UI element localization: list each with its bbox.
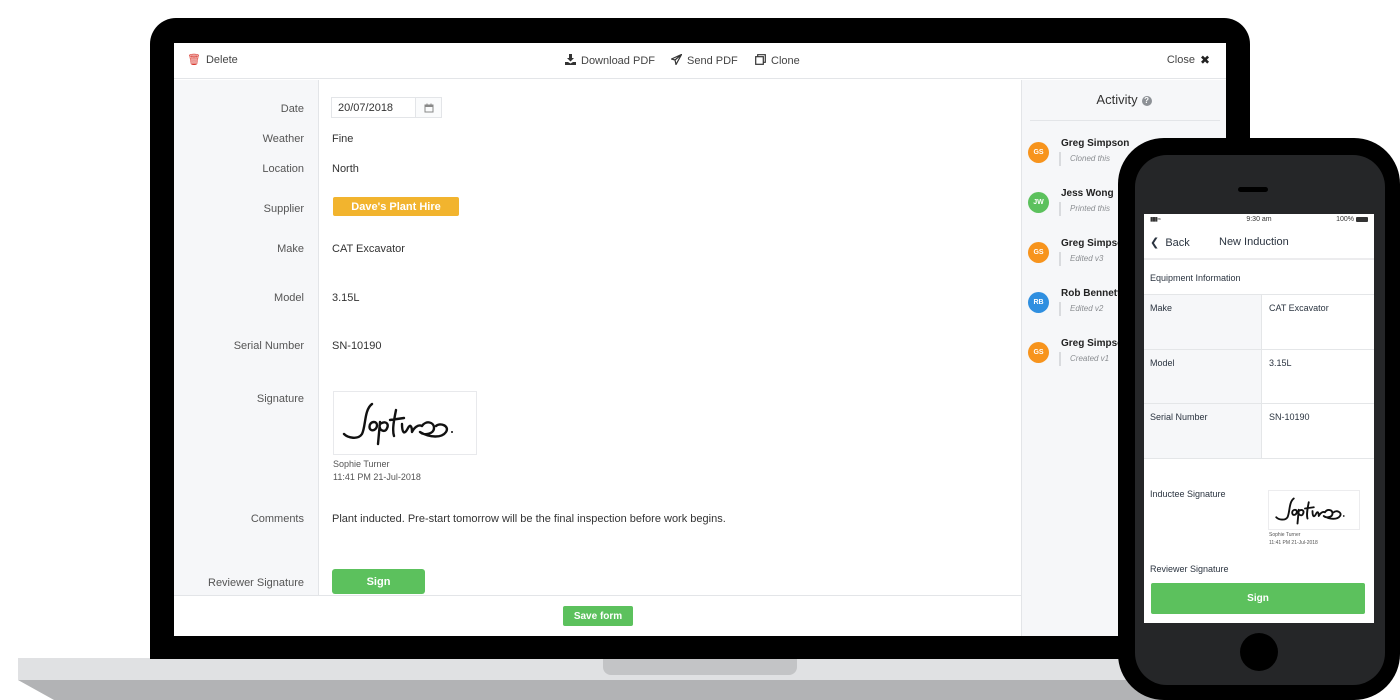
activity-header: Activity? — [1022, 92, 1226, 107]
inductee-signature-label: Inductee Signature — [1150, 489, 1226, 499]
row-label: Make — [1150, 303, 1173, 313]
laptop-base-edge — [18, 680, 1258, 700]
activity-note: Created v1 — [1059, 352, 1109, 366]
reviewer-signature-label: Reviewer Signature — [1150, 564, 1229, 574]
signature-label: Signature — [256, 393, 304, 405]
download-icon — [565, 54, 576, 68]
phone-sign-button[interactable]: Sign — [1151, 583, 1365, 614]
activity-divider — [1030, 120, 1220, 121]
make-value: CAT Excavator — [332, 243, 405, 255]
table-row: Make CAT Excavator — [1144, 295, 1374, 350]
avatar: GS — [1028, 342, 1049, 363]
avatar: GS — [1028, 142, 1049, 163]
weather-value: Fine — [332, 133, 354, 145]
serial-number-label: Serial Number — [233, 340, 304, 352]
date-label: Date — [280, 103, 304, 115]
close-label: Close — [1166, 54, 1195, 66]
row-value: CAT Excavator — [1269, 303, 1329, 313]
activity-note: Printed this — [1059, 202, 1110, 216]
clone-label: Clone — [771, 55, 800, 67]
phone-battery: 100% — [1336, 216, 1368, 223]
trash-icon: 🗑 — [187, 53, 201, 66]
laptop-notch — [603, 658, 797, 675]
row-value: 3.15L — [1269, 358, 1292, 368]
avatar: GS — [1028, 242, 1049, 263]
table-row: Model 3.15L — [1144, 350, 1374, 404]
section-header: Equipment Information — [1144, 262, 1374, 295]
make-label: Make — [277, 243, 304, 255]
activity-note: Edited v2 — [1059, 302, 1103, 316]
send-pdf-label: Send PDF — [687, 55, 738, 67]
activity-user-name: Greg Simpson — [1061, 138, 1130, 149]
signature-signer: Sophie Turner — [333, 459, 390, 469]
delete-button[interactable]: 🗑 Delete — [187, 54, 238, 66]
location-label: Location — [262, 163, 304, 175]
avatar: JW — [1028, 192, 1049, 213]
chevron-left-icon: ❮ — [1150, 237, 1160, 249]
phone-nav-bar: ❮ Back New Induction — [1144, 227, 1374, 260]
activity-title: Activity — [1096, 92, 1138, 107]
back-button[interactable]: ❮ Back — [1150, 236, 1190, 249]
signature-image — [333, 391, 477, 455]
close-icon: ✖ — [1199, 53, 1210, 67]
model-label: Model — [274, 292, 304, 304]
inductee-timestamp: 11:41 PM 21-Jul-2018 — [1269, 540, 1318, 546]
battery-percent: 100% — [1336, 216, 1354, 223]
weather-label: Weather — [262, 133, 304, 145]
phone-screen: ▮▮▮ ≈ 9:30 am 100% ❮ Back New Induction … — [1144, 214, 1374, 623]
inductee-signature-image — [1268, 490, 1360, 530]
row-label: Serial Number — [1150, 412, 1208, 422]
signature-timestamp: 11:41 PM 21-Jul-2018 — [333, 472, 421, 482]
clone-button[interactable]: Clone — [755, 54, 800, 68]
toolbar: 🗑 Delete Download PDF Send PDF Clone Clo… — [174, 43, 1226, 79]
back-label: Back — [1165, 237, 1190, 249]
date-value: 20/07/2018 — [338, 102, 394, 114]
supplier-label: Supplier — [263, 203, 304, 215]
inductee-signer: Sophie Turner — [1269, 532, 1301, 538]
supplier-badge[interactable]: Dave's Plant Hire — [333, 197, 459, 216]
phone-status-bar: ▮▮▮ ≈ 9:30 am 100% — [1144, 214, 1374, 226]
comments-value: Plant inducted. Pre-start tomorrow will … — [332, 513, 726, 525]
date-input[interactable]: 20/07/2018 — [331, 97, 442, 118]
laptop-screen: 🗑 Delete Download PDF Send PDF Clone Clo… — [174, 43, 1226, 636]
delete-label: Delete — [205, 54, 238, 66]
serial-number-value: SN-10190 — [332, 340, 382, 352]
activity-user-name: Rob Bennett — [1061, 288, 1121, 299]
save-form-button[interactable]: Save form — [563, 606, 633, 626]
close-button[interactable]: Close ✖ — [1167, 54, 1210, 66]
row-label: Model — [1150, 358, 1175, 368]
activity-note: Cloned this — [1059, 152, 1110, 166]
row-value: SN-10190 — [1269, 412, 1310, 422]
form-footer: Save form — [174, 595, 1021, 636]
comments-label: Comments — [250, 513, 304, 525]
question-circle-icon[interactable]: ? — [1141, 96, 1152, 106]
form: Date 20/07/2018 Weather Fine Location No… — [174, 80, 1021, 595]
download-pdf-label: Download PDF — [581, 55, 655, 67]
paper-plane-icon — [669, 53, 683, 68]
location-value: North — [332, 163, 359, 175]
table-row: Serial Number SN-10190 — [1144, 404, 1374, 459]
model-value: 3.15L — [332, 292, 360, 304]
download-pdf-button[interactable]: Download PDF — [565, 54, 655, 68]
send-pdf-button[interactable]: Send PDF — [669, 53, 738, 68]
activity-user-name: Jess Wong — [1061, 188, 1114, 199]
phone-speaker — [1238, 187, 1268, 192]
clone-icon — [755, 54, 766, 68]
battery-icon — [1356, 217, 1368, 222]
calendar-icon[interactable] — [415, 98, 441, 117]
activity-note: Edited v3 — [1059, 252, 1103, 266]
avatar: RB — [1028, 292, 1049, 313]
phone-page-title: New Induction — [1219, 236, 1289, 248]
phone-home-button[interactable] — [1240, 633, 1278, 671]
sign-button[interactable]: Sign — [332, 569, 425, 594]
section-title: Equipment Information — [1150, 273, 1241, 283]
reviewer-signature-label: Reviewer Signature — [208, 577, 304, 589]
